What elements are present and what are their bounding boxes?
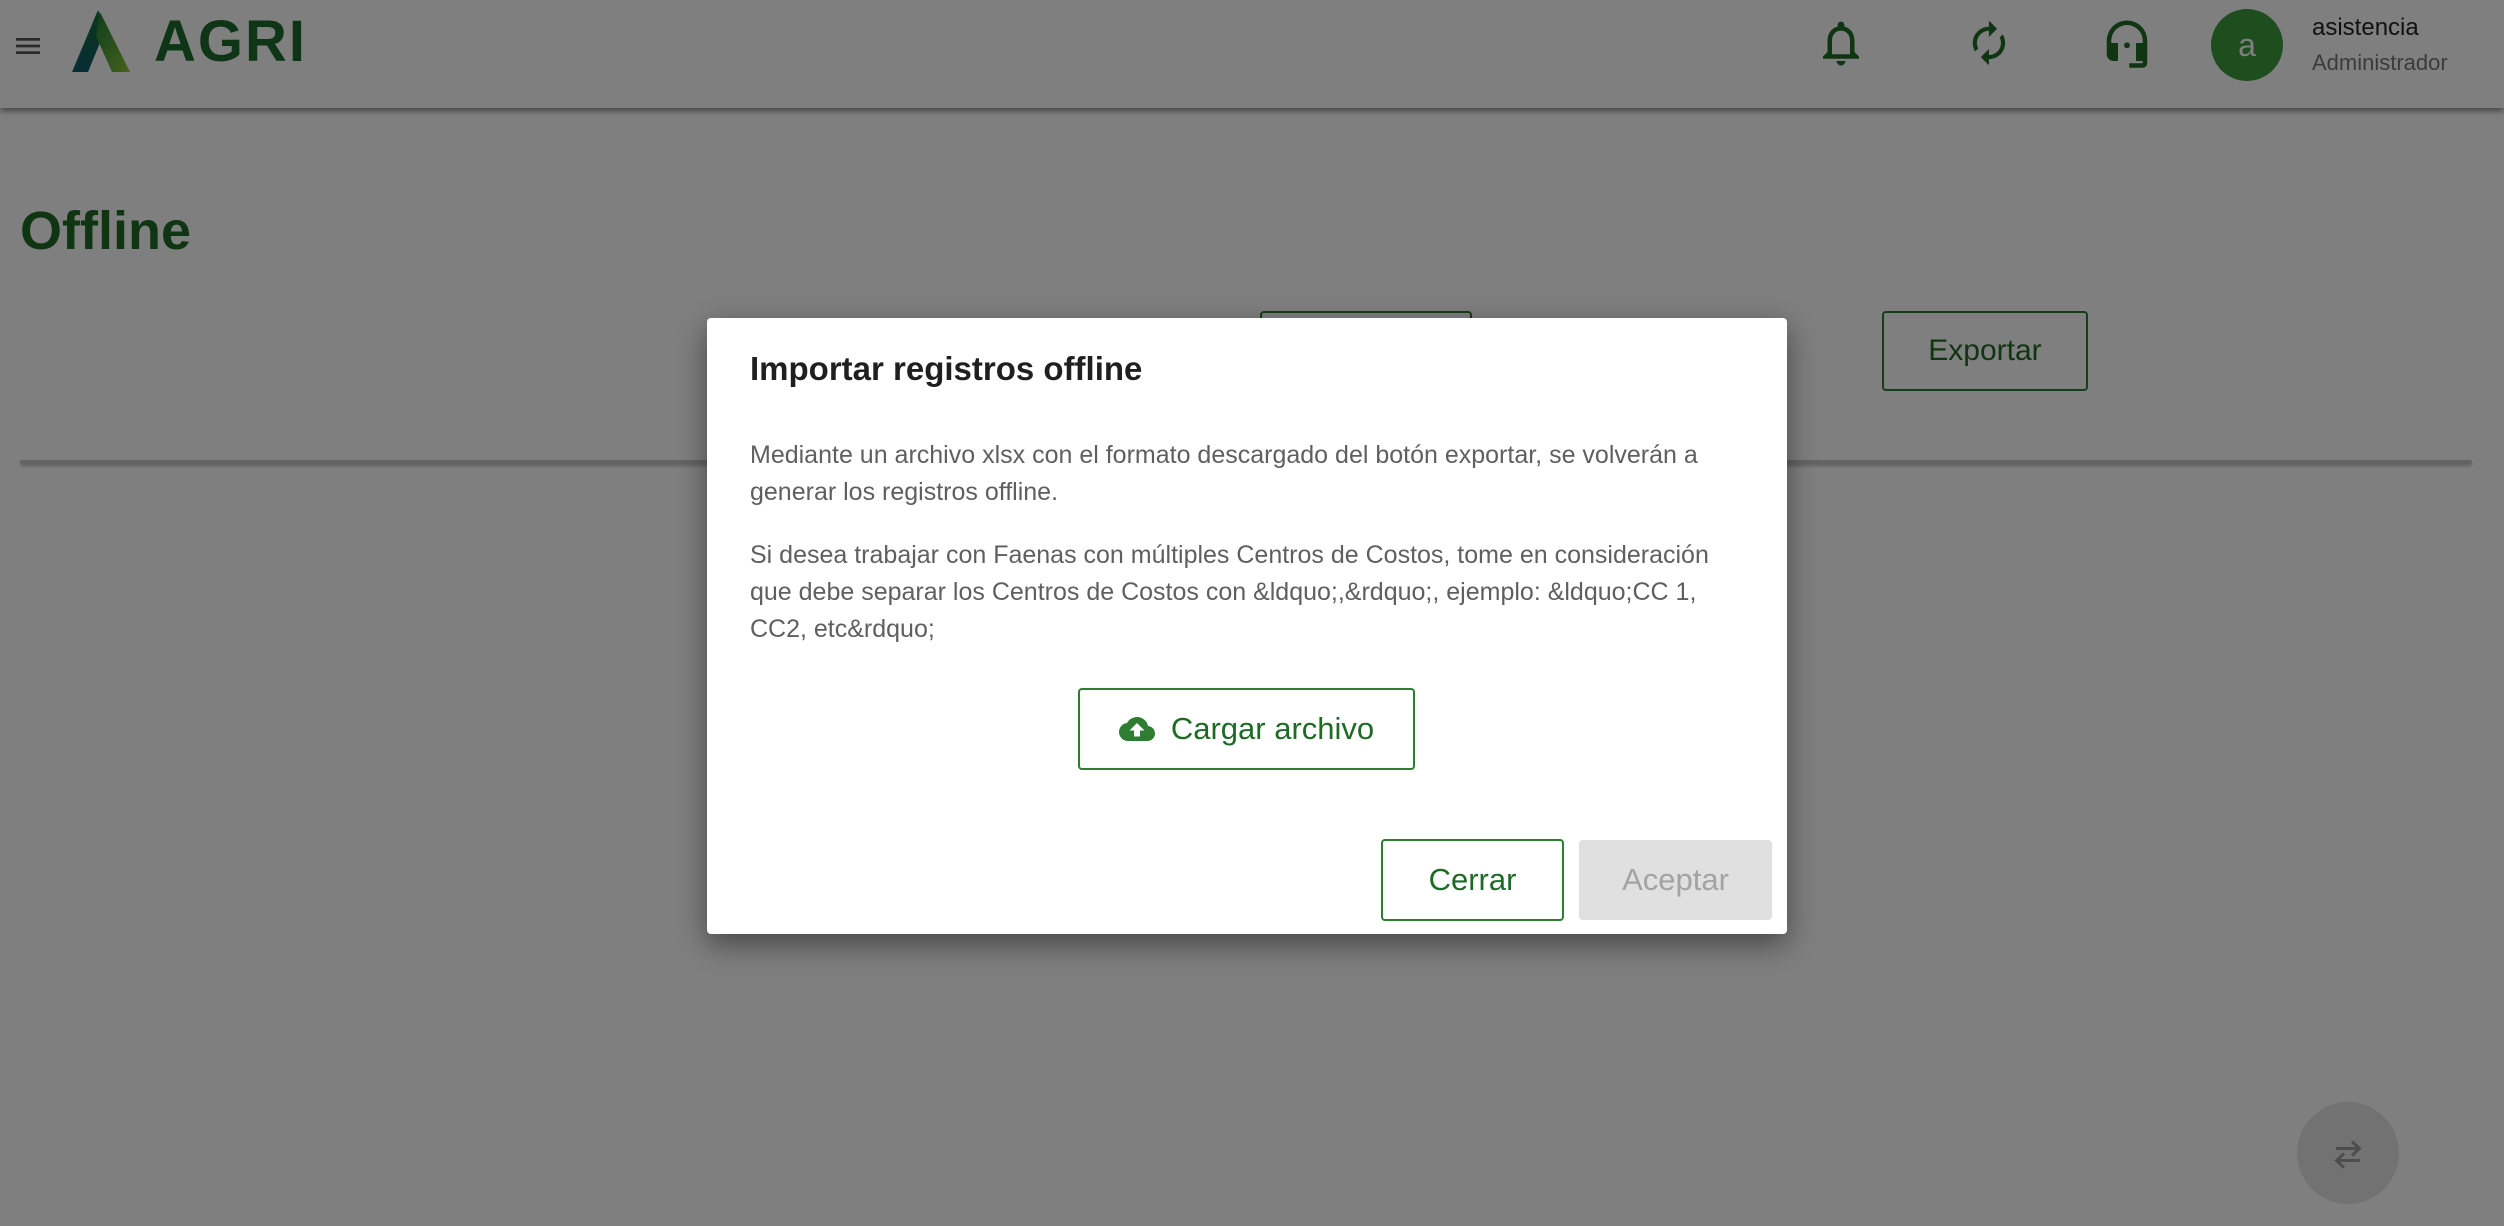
upload-file-label: Cargar archivo — [1170, 711, 1375, 746]
cloud-upload-icon — [1118, 717, 1155, 741]
dialog-title: Importar registros offline — [750, 350, 1143, 387]
close-button[interactable]: Cerrar — [1381, 839, 1564, 921]
dialog-description: Mediante un archivo xlsx con el formato … — [750, 441, 1698, 506]
import-dialog: Importar registros offline Mediante un a… — [707, 318, 1787, 934]
dialog-cost-center-note: Si desea trabajar con Faenas con múltipl… — [750, 541, 1709, 643]
upload-file-button[interactable]: Cargar archivo — [1078, 688, 1415, 770]
accept-button[interactable]: Aceptar — [1579, 840, 1772, 920]
